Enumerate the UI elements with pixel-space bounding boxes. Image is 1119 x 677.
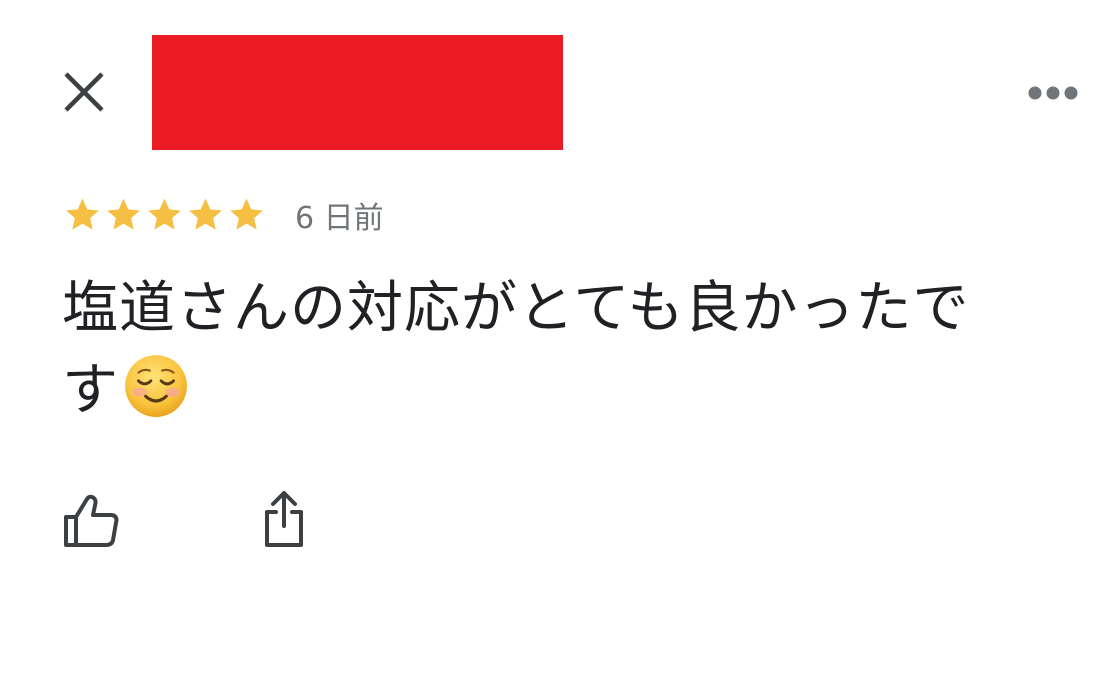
review-text: 塩道さんの対応がとても良かったです	[62, 276, 970, 423]
star-icon	[230, 198, 263, 230]
rating-row: 6 日前	[62, 194, 384, 236]
star-icon	[148, 198, 181, 230]
review-time-ago: 6 日前	[295, 201, 384, 236]
more-horizontal-icon	[1028, 86, 1078, 100]
redacted-reviewer-name	[152, 35, 563, 150]
review-sheet: 6 日前 塩道さんの対応がとても良かったです	[0, 0, 1119, 677]
more-options-button[interactable]	[1020, 70, 1086, 116]
close-button[interactable]	[56, 64, 112, 120]
close-icon	[64, 72, 104, 112]
star-icon	[107, 198, 140, 230]
share-button[interactable]	[254, 486, 314, 552]
review-body: 塩道さんの対応がとても良かったです	[62, 268, 1022, 432]
thumbs-up-icon	[64, 494, 119, 547]
star-rating	[62, 195, 267, 235]
share-icon	[265, 491, 303, 547]
like-button[interactable]	[58, 490, 124, 552]
smiling-face-icon	[125, 355, 187, 417]
star-icon	[66, 198, 99, 230]
star-icon	[189, 198, 222, 230]
